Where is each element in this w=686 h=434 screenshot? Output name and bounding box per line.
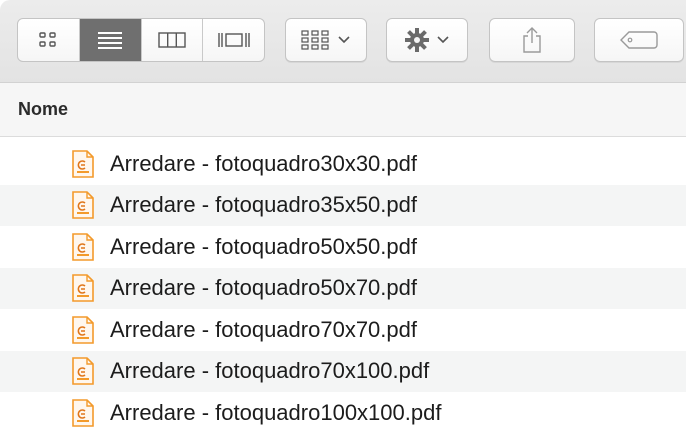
file-row[interactable]: Arredare - fotoquadro50x50.pdf (0, 226, 686, 268)
chevron-down-icon (437, 36, 449, 44)
share-button[interactable] (489, 18, 575, 62)
cover-flow-view-button[interactable] (203, 19, 264, 61)
chevron-down-icon (338, 36, 350, 44)
pdf-document-icon (72, 232, 94, 261)
file-row[interactable]: Arredare - fotoquadro35x50.pdf (0, 184, 686, 226)
pdf-document-icon (72, 191, 94, 220)
action-gear-button[interactable] (386, 18, 468, 62)
name-column-header[interactable]: Nome (0, 83, 686, 137)
finder-window: Nome Arredare - fotoquadro30x30.pdf Arre… (0, 0, 686, 434)
file-name: Arredare - fotoquadro70x70.pdf (110, 316, 417, 342)
list-icon (98, 32, 123, 49)
tag-icon (620, 31, 658, 49)
cover-flow-icon (217, 33, 250, 47)
file-name: Arredare - fotoquadro50x50.pdf (110, 233, 417, 259)
pdf-document-icon (72, 315, 94, 344)
icon-view-button[interactable] (18, 19, 80, 61)
name-column-label: Nome (18, 99, 69, 119)
group-grid-icon (301, 30, 329, 50)
file-name: Arredare - fotoquadro35x50.pdf (110, 192, 417, 218)
file-row[interactable]: Arredare - fotoquadro50x70.pdf (0, 267, 686, 309)
grid-icon (39, 32, 57, 47)
pdf-document-icon (72, 357, 94, 386)
file-row[interactable]: Arredare - fotoquadro100x100.pdf (0, 392, 686, 434)
file-list: Arredare - fotoquadro30x30.pdf Arredare … (0, 143, 686, 434)
share-icon (523, 27, 541, 53)
list-view-button[interactable] (79, 19, 142, 61)
group-by-button[interactable] (285, 18, 367, 62)
tag-button[interactable] (594, 18, 684, 62)
file-name: Arredare - fotoquadro30x30.pdf (110, 150, 417, 176)
pdf-document-icon (72, 149, 94, 178)
file-row[interactable]: Arredare - fotoquadro30x30.pdf (0, 143, 686, 185)
file-name: Arredare - fotoquadro100x100.pdf (110, 399, 442, 425)
pdf-document-icon (72, 398, 94, 427)
toolbar (0, 0, 686, 83)
file-name: Arredare - fotoquadro50x70.pdf (110, 275, 417, 301)
file-row[interactable]: Arredare - fotoquadro70x70.pdf (0, 309, 686, 351)
columns-icon (158, 32, 186, 48)
pdf-document-icon (72, 274, 94, 303)
gear-icon (405, 28, 429, 52)
file-row[interactable]: Arredare - fotoquadro70x100.pdf (0, 350, 686, 392)
view-mode-segmented-control (17, 18, 265, 62)
file-name: Arredare - fotoquadro70x100.pdf (110, 358, 430, 384)
column-view-button[interactable] (142, 19, 204, 61)
